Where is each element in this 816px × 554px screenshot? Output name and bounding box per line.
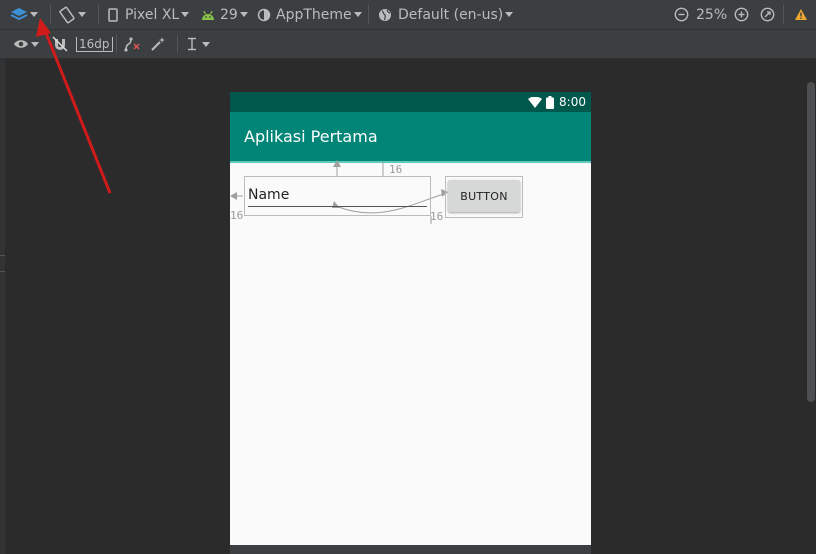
- device-preview[interactable]: 8:00 Aplikasi Pertama 16 16 16 Name BUTT…: [230, 92, 591, 554]
- device-label: Pixel XL: [125, 6, 180, 23]
- clear-constraints-button[interactable]: [123, 30, 141, 58]
- canvas-bottom-bar: [230, 545, 591, 554]
- zoom-to-fit-button[interactable]: [760, 0, 775, 29]
- chevron-down-icon: [353, 12, 362, 17]
- toolbar-separator: [783, 5, 784, 24]
- api-level-dropdown[interactable]: 29: [200, 0, 248, 29]
- right-margin-label: 16: [430, 210, 444, 223]
- status-time: 8:00: [559, 95, 586, 109]
- zoom-level: 25%: [696, 6, 728, 23]
- chevron-down-icon: [505, 12, 514, 17]
- battery-icon: [546, 95, 555, 109]
- infer-constraints-button[interactable]: [150, 30, 166, 58]
- warning-icon: [795, 9, 807, 20]
- zoom-out-button[interactable]: [674, 0, 689, 29]
- guidelines-dropdown[interactable]: [187, 30, 210, 58]
- name-edittext[interactable]: Name: [244, 176, 431, 216]
- left-margin-label: 16: [230, 209, 244, 222]
- app-title: Aplikasi Pertama: [244, 127, 378, 146]
- theme-dropdown[interactable]: AppTheme: [257, 0, 362, 29]
- locale-label: Default (en-us): [398, 6, 504, 23]
- warnings-button[interactable]: [794, 0, 808, 29]
- android-icon: [202, 10, 214, 20]
- chevron-down-icon: [202, 41, 210, 47]
- constraint-toolbar: 16dp: [0, 30, 816, 59]
- globe-icon: [379, 8, 391, 21]
- status-bar: 8:00: [230, 92, 591, 112]
- chevron-down-icon: [181, 12, 190, 17]
- edittext-underline: [248, 206, 427, 207]
- layout-editor-toolbar: Pixel XL 29 AppTheme Default (en-us) 25%: [0, 0, 816, 30]
- text-baseline-icon: [188, 37, 196, 51]
- zoom-out-icon: [674, 7, 689, 22]
- theme-icon: [257, 8, 271, 21]
- locale-dropdown[interactable]: Default (en-us): [378, 0, 514, 29]
- device-dropdown[interactable]: Pixel XL: [108, 0, 190, 29]
- zoom-in-button[interactable]: [734, 0, 749, 29]
- canvas-vertical-scrollbar[interactable]: [807, 82, 815, 402]
- toolbar-separator: [177, 35, 178, 53]
- api-level-label: 29: [220, 6, 238, 23]
- app-bar: Aplikasi Pertama: [230, 112, 591, 161]
- edittext-hint: Name: [248, 187, 290, 203]
- annotation-arrow: [36, 18, 112, 194]
- top-margin-label: 16: [389, 163, 403, 176]
- chevron-down-icon: [239, 12, 248, 17]
- zoom-fit-icon: [760, 7, 775, 22]
- zoom-in-icon: [734, 7, 749, 22]
- preview-button[interactable]: BUTTON: [448, 180, 520, 212]
- button-selection-outline: BUTTON: [445, 176, 523, 218]
- wifi-icon: [528, 96, 543, 108]
- theme-label: AppTheme: [276, 6, 352, 23]
- toolbar-separator: [368, 5, 369, 24]
- clear-constraints-icon: [124, 37, 140, 52]
- magic-wand-icon: [151, 37, 165, 51]
